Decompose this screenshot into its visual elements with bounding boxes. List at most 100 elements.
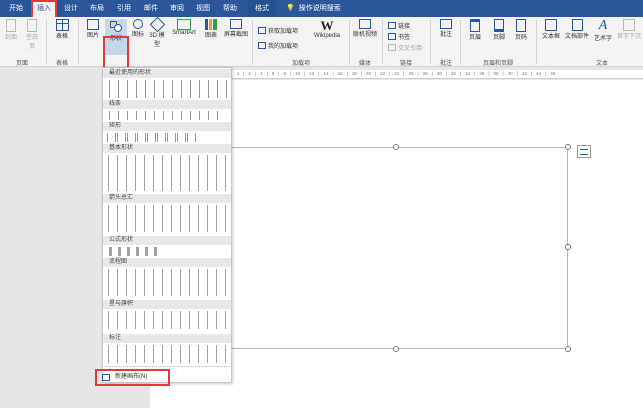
ribbon-separator: [382, 20, 383, 64]
blank-page-button[interactable]: 空白页: [24, 19, 40, 50]
tab-insert[interactable]: 插入: [31, 0, 57, 17]
addins-icon: [258, 42, 266, 49]
chart-label: 图表: [204, 33, 217, 39]
smartart-label: SmartArt: [172, 30, 196, 36]
wikipedia-label: Wikipedia: [313, 33, 340, 39]
page-number-icon: [516, 19, 526, 32]
shape-row-lines[interactable]: [107, 111, 225, 120]
bookmark-label: 书签: [398, 35, 411, 41]
category-lines: 线条: [103, 100, 231, 109]
horizontal-ruler[interactable]: · 1 · | · 2 · | · 4 · | · 6 · | · 8 · | …: [230, 70, 643, 79]
get-addins-label: 获取加载项: [268, 29, 299, 35]
shape-row-rectangles[interactable]: [107, 133, 197, 142]
comment-button[interactable]: 批注: [436, 19, 456, 38]
icons-button[interactable]: 图标: [131, 19, 145, 38]
chart-icon: [205, 19, 217, 30]
resize-handle-right-middle[interactable]: [565, 244, 571, 250]
shape-row-stars[interactable]: [107, 311, 227, 329]
smartart-button[interactable]: SmartArt: [169, 19, 199, 36]
textbox-button[interactable]: 文本框: [540, 19, 562, 40]
cover-page-button[interactable]: 封面: [2, 19, 20, 41]
tell-me-label: 操作说明搜索: [298, 5, 341, 12]
tab-view[interactable]: 视图: [192, 0, 214, 17]
new-drawing-canvas-button[interactable]: 新建画布(N): [95, 369, 170, 386]
layout-options-button[interactable]: [577, 145, 591, 158]
category-flowchart: 流程图: [103, 258, 231, 267]
category-stars-banners: 星与旗帜: [103, 300, 231, 309]
category-callouts: 标注: [103, 334, 231, 343]
tab-review[interactable]: 审阅: [166, 0, 188, 17]
shape-row-flowchart[interactable]: [107, 269, 227, 296]
tab-layout[interactable]: 布局: [86, 0, 108, 17]
pictures-button[interactable]: 图片: [84, 19, 102, 39]
layout-options-icon: [580, 149, 588, 155]
quickparts-icon: [571, 19, 583, 31]
header-label: 页眉: [468, 35, 481, 41]
link-icon: [388, 22, 396, 29]
video-icon: [359, 19, 371, 29]
footer-button[interactable]: 页脚: [490, 19, 508, 41]
wordart-icon: A: [598, 18, 608, 33]
shape-row-recent[interactable]: [107, 80, 227, 98]
header-button[interactable]: 页眉: [466, 19, 484, 41]
wordart-button[interactable]: A 艺术字: [592, 18, 614, 43]
wikipedia-icon: W: [320, 18, 334, 33]
icons-label: 图标: [131, 32, 144, 38]
shapes-icon: [108, 19, 124, 33]
selected-shape-rectangle[interactable]: [230, 147, 568, 349]
category-equation-shapes: 公式形状: [103, 236, 231, 245]
table-icon: [55, 19, 69, 31]
textbox-label: 文本框: [541, 34, 560, 40]
online-video-button[interactable]: 联机视频: [352, 19, 378, 38]
page-number-button[interactable]: 页码: [512, 19, 530, 41]
category-rectangles: 矩形: [103, 122, 231, 131]
quickparts-button[interactable]: 文档部件: [565, 19, 589, 40]
cover-page-icon: [6, 19, 16, 32]
resize-handle-top-right[interactable]: [565, 144, 571, 150]
shape-row-basic[interactable]: [107, 155, 227, 191]
link-button[interactable]: 链接: [388, 21, 410, 30]
screenshot-button[interactable]: 屏幕截图: [223, 19, 249, 38]
crossref-button[interactable]: 交叉引用: [388, 43, 422, 52]
tab-references[interactable]: 引用: [113, 0, 135, 17]
header-footer-group-label: 页眉和页脚: [482, 61, 513, 67]
tab-home[interactable]: 开始: [2, 0, 30, 17]
chart-button[interactable]: 图表: [202, 19, 220, 39]
tab-format[interactable]: 格式: [248, 0, 276, 17]
links-group-label: 链接: [399, 61, 412, 67]
dropcap-icon: [623, 19, 635, 31]
shape-row-arrows[interactable]: [107, 205, 227, 232]
blank-page-icon: [27, 19, 37, 32]
bookmark-icon: [388, 33, 396, 40]
tell-me-search[interactable]: 💡 操作说明搜索: [286, 0, 341, 17]
tab-design[interactable]: 设计: [60, 0, 82, 17]
gallery-divider: [103, 366, 231, 367]
dropcap-button[interactable]: 首字下沉: [616, 19, 642, 40]
link-label: 链接: [398, 24, 411, 30]
screenshot-icon: [230, 19, 242, 29]
table-button[interactable]: 表格: [50, 19, 74, 40]
pictures-label: 图片: [86, 33, 99, 39]
3d-models-button[interactable]: 3D 模型: [148, 16, 166, 48]
tab-help[interactable]: 帮助: [219, 0, 241, 17]
shape-row-equation[interactable]: [107, 247, 161, 256]
shape-row-callouts[interactable]: [107, 345, 227, 363]
wikipedia-button[interactable]: W Wikipedia: [311, 18, 343, 40]
resize-handle-bottom-right[interactable]: [565, 346, 571, 352]
ruler-ticks: · 1 · | · 2 · | · 4 · | · 6 · | · 8 · | …: [234, 71, 558, 76]
ribbon-separator: [46, 20, 47, 64]
cover-page-label: 封面: [4, 35, 17, 41]
my-addins-button[interactable]: 我的加载项: [258, 41, 298, 50]
tab-mailings[interactable]: 邮件: [140, 0, 162, 17]
lightbulb-icon: 💡: [286, 5, 295, 12]
ribbon-separator: [536, 20, 537, 64]
icons-icon: [133, 19, 143, 29]
bookmark-button[interactable]: 书签: [388, 32, 410, 41]
footer-icon: [494, 19, 504, 32]
resize-handle-top-middle[interactable]: [393, 144, 399, 150]
get-addins-button[interactable]: 获取加载项: [258, 26, 298, 35]
resize-handle-bottom-middle[interactable]: [393, 346, 399, 352]
text-group-label: 文本: [595, 61, 608, 67]
tables-group-label: 表格: [55, 61, 68, 67]
my-addins-label: 我的加载项: [268, 44, 299, 50]
